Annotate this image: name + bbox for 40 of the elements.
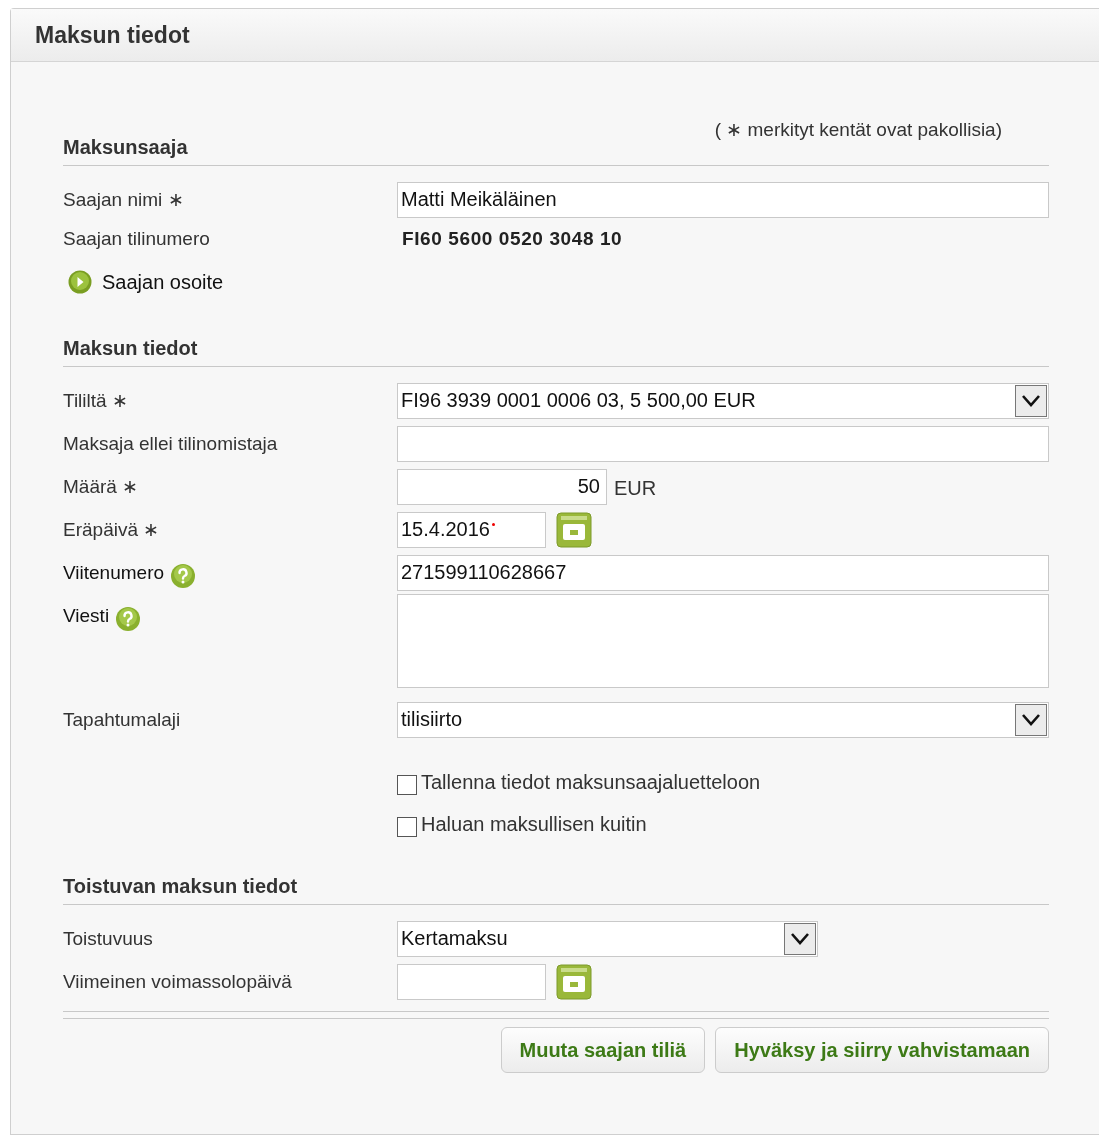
field-label: Tililtä ∗: [63, 389, 128, 412]
help-icon[interactable]: [115, 606, 142, 632]
expand-icon: [68, 270, 92, 294]
dropdown[interactable]: tilisiirto: [397, 701, 1049, 738]
dropdown[interactable]: Kertamaksu: [397, 920, 818, 957]
text-field[interactable]: Matti Meikäläinen: [397, 181, 1049, 218]
date-field[interactable]: [397, 963, 546, 1000]
checkbox[interactable]: [397, 817, 417, 837]
panel-title: Maksun tiedot: [35, 21, 190, 49]
field-label: Viitenumero: [63, 561, 165, 584]
field-label: Maksaja ellei tilinomistaja: [63, 432, 278, 455]
checkbox-label: Tallenna tiedot maksunsaajaluetteloon: [421, 770, 761, 794]
section-title: Maksun tiedot: [63, 337, 198, 359]
date-field[interactable]: 15.4.2016: [397, 511, 546, 548]
help-icon[interactable]: [170, 562, 197, 589]
action-button[interactable]: Hyväksy ja siirry vahvistamaan: [715, 1027, 1049, 1073]
field-label: Toistuvuus: [63, 927, 153, 950]
field-label: Saajan nimi ∗: [63, 188, 184, 211]
field-label: Viimeinen voimassolopäivä: [63, 970, 292, 993]
section-title: Maksunsaaja: [63, 136, 188, 158]
currency-label: EUR: [614, 477, 657, 500]
calendar-icon[interactable]: [556, 511, 592, 548]
field-label: Määrä ∗: [63, 475, 139, 498]
required-note: ( ∗ merkityt kentät ovat pakollisia): [713, 118, 1003, 142]
dropdown[interactable]: FI96 3939 0001 0006 03, 5 500,00 EUR: [397, 382, 1049, 419]
field-label: Tapahtumalaji: [63, 708, 181, 731]
field-label: Eräpäivä ∗: [63, 518, 160, 541]
action-button[interactable]: Muuta saajan tiliä: [500, 1027, 706, 1073]
account-number: FI60 5600 0520 3048 10: [401, 228, 623, 250]
address-link[interactable]: Saajan osoite: [63, 270, 224, 294]
field-label: Saajan tilinumero: [63, 228, 210, 250]
text-field[interactable]: 271599110628667: [397, 554, 1049, 591]
checkbox[interactable]: [397, 775, 417, 795]
calendar-icon[interactable]: [556, 963, 592, 1000]
amount-field[interactable]: 50: [397, 468, 607, 505]
text-field[interactable]: [397, 425, 1049, 462]
field-label: Viesti: [63, 605, 110, 627]
section-title: Toistuvan maksun tiedot: [63, 875, 298, 897]
message-textarea[interactable]: [397, 594, 1049, 688]
checkbox-label: Haluan maksullisen kuitin: [421, 812, 647, 836]
